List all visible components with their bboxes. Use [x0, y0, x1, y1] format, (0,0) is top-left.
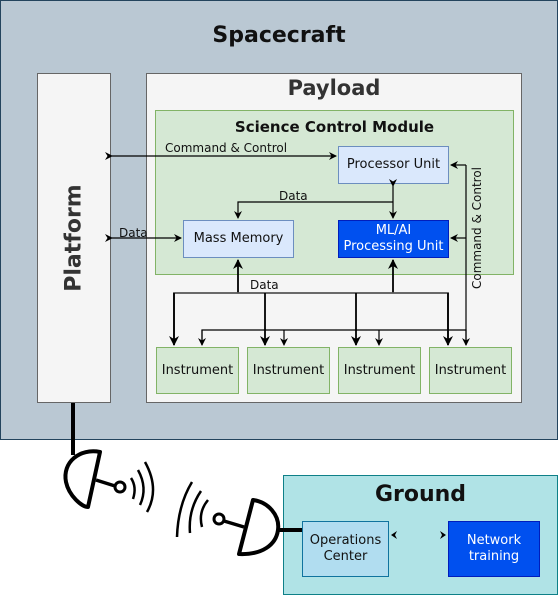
radio-waves-icon [175, 481, 209, 538]
mass-memory[interactable]: Mass Memory [183, 220, 294, 258]
ml-ai-label-line2: Processing Unit [343, 239, 444, 254]
instrument-label: Instrument [343, 362, 416, 378]
antenna-dish-icon [212, 498, 281, 557]
platform-data-label: Data [119, 226, 148, 240]
instrument-4[interactable]: Instrument [429, 347, 512, 394]
spacecraft-title: Spacecraft [212, 23, 346, 48]
processor-memory-data-label: Data [279, 189, 308, 203]
instrument-2[interactable]: Instrument [247, 347, 330, 394]
network-training[interactable]: Network training [448, 521, 540, 577]
processor-unit-label: Processor Unit [346, 157, 441, 172]
operations-center-line1: Operations [309, 533, 382, 548]
instrument-1[interactable]: Instrument [156, 347, 239, 394]
network-training-line1: Network [466, 533, 522, 548]
platform-label: Platform [61, 184, 87, 292]
payload-title: Payload [287, 76, 381, 100]
ground-title: Ground [374, 482, 467, 507]
antenna-dish-icon [63, 449, 127, 509]
platform-command-label: Command & Control [165, 141, 288, 155]
ml-ai-processing-unit[interactable]: ML/AI Processing Unit [338, 220, 449, 258]
radio-waves-icon [129, 461, 155, 513]
network-training-line2: training [468, 549, 520, 564]
science-control-module-title: Science Control Module [234, 118, 435, 136]
mass-memory-label: Mass Memory [193, 231, 284, 246]
instruments-command-label: Command & Control [470, 166, 484, 290]
operations-center[interactable]: Operations Center [302, 521, 389, 577]
instrument-label: Instrument [434, 362, 507, 378]
ml-ai-label-line1: ML/AI [375, 223, 412, 238]
instrument-label: Instrument [161, 362, 234, 378]
processor-unit[interactable]: Processor Unit [338, 146, 449, 184]
platform-block[interactable]: Platform [37, 73, 111, 403]
instrument-3[interactable]: Instrument [338, 347, 421, 394]
instruments-data-label: Data [250, 278, 279, 292]
instrument-label: Instrument [252, 362, 325, 378]
operations-center-line2: Center [323, 549, 368, 564]
